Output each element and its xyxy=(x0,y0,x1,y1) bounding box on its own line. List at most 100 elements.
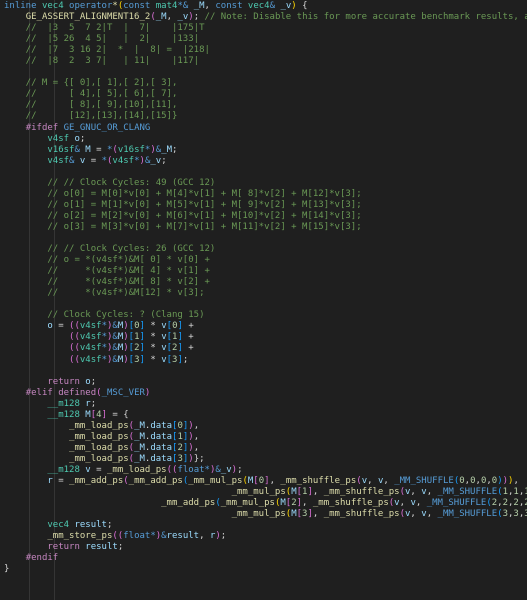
code-line[interactable]: _mm_load_ps(_M.data[3])}; xyxy=(4,454,527,465)
code-line[interactable]: return o; xyxy=(4,377,527,388)
code-token: // *(v4sf*)&M[ 4] * v[1] + xyxy=(4,266,210,277)
code-line[interactable] xyxy=(4,67,527,78)
code-line[interactable]: // |7 3 16 2| * | 8| = |218| xyxy=(4,45,527,56)
code-token: vec4 xyxy=(247,1,270,11)
code-line[interactable]: _mm_load_ps(_M.data[1]), xyxy=(4,432,527,443)
code-token: _mm_load_ps xyxy=(69,442,129,453)
code-token: // o[2] = M[2]*v[0] + M[6]*v[1] + M[10]*… xyxy=(4,210,362,221)
code-token: (( xyxy=(69,343,80,354)
code-token: defined xyxy=(58,387,97,398)
code-line[interactable]: // // Clock Cycles: 49 (GCC 12) xyxy=(4,178,527,189)
code-line[interactable]: } xyxy=(4,564,527,575)
code-editor[interactable]: inline vec4 operator*(const mat4*& _M, c… xyxy=(0,0,527,600)
code-token: __m128 xyxy=(47,398,86,409)
code-line[interactable]: __m128 v = _mm_load_ps((float*)&_v); xyxy=(4,465,527,476)
code-line[interactable]: // [ 4],[ 5],[ 6],[ 7], xyxy=(4,89,527,100)
code-line[interactable]: v16sf& M = *(v16sf*)&_M; xyxy=(4,145,527,156)
code-token: data xyxy=(150,420,173,431)
code-line[interactable] xyxy=(4,167,527,178)
code-token: data xyxy=(150,442,173,453)
code-token: // Clock Cycles: ? (Clang 15) xyxy=(4,310,205,321)
code-token: }; xyxy=(193,453,205,464)
code-line[interactable]: _mm_mul_ps(M[1], _mm_shuffle_ps(v, v, _M… xyxy=(4,487,527,498)
code-line[interactable]: // [ 8],[ 9],[10],[11], xyxy=(4,100,527,111)
code-token: // o[3] = M[3]*v[0] + M[7]*v[1] + M[11]*… xyxy=(4,221,362,232)
code-line[interactable] xyxy=(4,233,527,244)
code-token: * xyxy=(144,343,162,354)
code-line[interactable]: _mm_store_ps((float*)&result, r); xyxy=(4,531,527,542)
code-line[interactable]: vec4 result; xyxy=(4,520,527,531)
code-line[interactable]: o = ((v4sf*)&M)[0] * v[0] + xyxy=(4,321,527,332)
code-token: { xyxy=(296,1,308,11)
code-token: , xyxy=(193,442,200,453)
code-token: data xyxy=(150,431,173,442)
code-line[interactable]: // // Clock Cycles: 26 (GCC 12) xyxy=(4,244,527,255)
code-token: vec4 xyxy=(41,1,70,11)
code-line[interactable]: __m128 r; xyxy=(4,399,527,410)
code-token: ; xyxy=(117,542,124,553)
code-line[interactable]: _mm_add_ps(_mm_mul_ps(M[2], _mm_shuffle_… xyxy=(4,498,527,509)
code-line[interactable]: v4sf o; xyxy=(4,134,527,145)
code-line[interactable]: // |3 5 7 2|T | 7| |175|T xyxy=(4,23,527,34)
code-token: , xyxy=(204,1,216,11)
code-token: ; xyxy=(79,133,86,144)
code-line[interactable]: // *(v4sf*)&M[12] * v[3]; xyxy=(4,288,527,299)
code-line[interactable]: r = _mm_add_ps(_mm_add_ps(_mm_mul_ps(M[0… xyxy=(4,476,527,487)
code-line[interactable]: GE_ASSERT_ALIGNMENT16_2(_M, _v); // Note… xyxy=(4,12,527,23)
code-line[interactable]: v4sf& v = *(v4sf*)&_v; xyxy=(4,156,527,167)
code-token: _mm_add_ps xyxy=(128,476,183,487)
code-line[interactable]: // o[2] = M[2]*v[0] + M[6]*v[1] + M[10]*… xyxy=(4,211,527,222)
code-line[interactable]: // *(v4sf*)&M[ 4] * v[1] + xyxy=(4,266,527,277)
code-line[interactable] xyxy=(4,299,527,310)
code-line[interactable]: // o[1] = M[1]*v[0] + M[5]*v[1] + M[ 9]*… xyxy=(4,200,527,211)
code-line[interactable]: // |5 26 4 5| | 2| |133| xyxy=(4,34,527,45)
code-line[interactable]: _mm_load_ps(_M.data[0]), xyxy=(4,421,527,432)
code-line[interactable]: _mm_mul_ps(M[3], _mm_shuffle_ps(v, v, _M… xyxy=(4,509,527,520)
code-line[interactable]: __m128 M[4] = { xyxy=(4,410,527,421)
code-token: vec4 xyxy=(47,520,75,531)
code-line[interactable]: // |8 2 3 7| | 11| |117| xyxy=(4,56,527,67)
code-token: // o[0] = M[0]*v[0] + M[4]*v[1] + M[ 8]*… xyxy=(4,188,362,199)
code-token: // o[1] = M[1]*v[0] + M[5]*v[1] + M[ 9]*… xyxy=(4,199,362,210)
code-line[interactable]: #endif xyxy=(4,553,527,564)
code-token: , xyxy=(399,498,411,509)
code-line[interactable]: // o[3] = M[3]*v[0] + M[7]*v[1] + M[11]*… xyxy=(4,222,527,233)
code-line[interactable]: #ifdef GE_GNUC_OR_CLANG xyxy=(4,123,527,134)
code-token: #ifdef xyxy=(25,122,64,133)
code-token: ; xyxy=(193,12,205,23)
code-token: _mm_shuffle_ps xyxy=(280,476,357,487)
code-line[interactable]: ((v4sf*)&M)[1] * v[1] + xyxy=(4,332,527,343)
code-line[interactable]: ((v4sf*)&M)[2] * v[2] + xyxy=(4,343,527,354)
code-token: // |5 26 4 5| | 2| |133| xyxy=(4,34,200,45)
code-line[interactable]: return result; xyxy=(4,542,527,553)
code-line[interactable]: // Clock Cycles: ? (Clang 15) xyxy=(4,310,527,321)
code-line[interactable] xyxy=(4,366,527,377)
code-token: _M xyxy=(134,431,145,442)
code-token: ; xyxy=(161,155,167,166)
code-line[interactable]: // [12],[13],[14],[15]} xyxy=(4,111,527,122)
code-text-area[interactable]: inline vec4 operator*(const mat4*& _M, c… xyxy=(4,1,527,575)
code-line[interactable]: inline vec4 operator*(const mat4*& _M, c… xyxy=(4,1,527,12)
code-line[interactable]: ((v4sf*)&M)[3] * v[3]; xyxy=(4,355,527,366)
code-token: operator xyxy=(69,1,113,11)
code-token: , xyxy=(415,498,427,509)
code-token: // *(v4sf*)&M[ 8] * v[2] + xyxy=(4,277,210,288)
code-token: (( xyxy=(69,321,80,332)
code-token: ; xyxy=(237,464,243,475)
code-token: _mm_load_ps xyxy=(69,420,129,431)
code-line[interactable]: // M = {[ 0],[ 1],[ 2],[ 3], xyxy=(4,78,527,89)
code-line[interactable]: // *(v4sf*)&M[ 8] * v[2] + xyxy=(4,277,527,288)
code-token: v4sf xyxy=(47,133,75,144)
code-line[interactable]: // o[0] = M[0]*v[0] + M[4]*v[1] + M[ 8]*… xyxy=(4,189,527,200)
code-line[interactable]: #elif defined(_MSC_VER) xyxy=(4,388,527,399)
code-line[interactable]: // o = *(v4sf*)&M[ 0] * v[0] + xyxy=(4,255,527,266)
code-line[interactable]: _mm_load_ps(_M.data[2]), xyxy=(4,443,527,454)
code-token: _mm_store_ps xyxy=(47,531,113,542)
